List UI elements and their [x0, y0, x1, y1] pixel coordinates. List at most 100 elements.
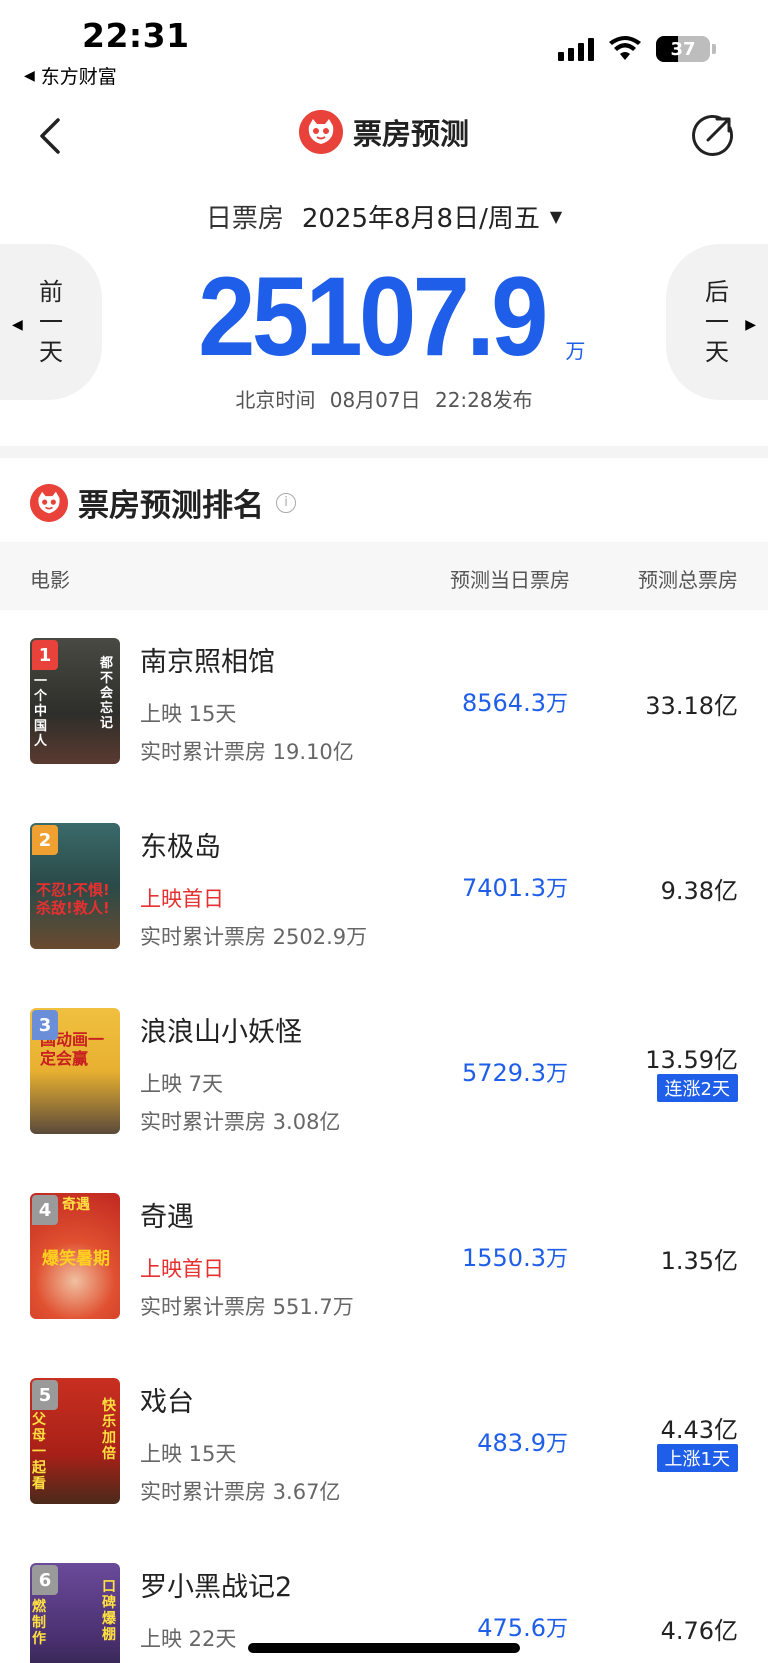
movie-poster[interactable]: 1 一个中国人 都不会忘记: [30, 638, 120, 764]
status-time: 22:31: [82, 16, 190, 55]
poster-text-right: 口碑爆棚: [102, 1579, 116, 1643]
cellular-signal-icon: [558, 37, 594, 61]
cumulative-box-office: 实时累计票房 551.7万: [140, 1295, 354, 1319]
back-triangle-icon: ◀: [24, 67, 35, 84]
status-icons: 37: [558, 36, 716, 62]
predicted-total-box-office: 4.76亿: [660, 1617, 738, 1645]
movie-row[interactable]: 5 父母一起看 快乐加倍 戏台 上映 15天 实时累计票房 3.67亿 483.…: [0, 1350, 768, 1535]
battery-level: 37: [670, 38, 696, 60]
daily-box-office: 25107.9 万: [0, 254, 768, 379]
movie-title[interactable]: 罗小黑战记2: [140, 1565, 292, 1604]
daily-value: 5729.3: [462, 1059, 546, 1087]
rank-badge: 2: [32, 825, 58, 855]
caret-down-icon[interactable]: ▼: [550, 207, 562, 226]
cumulative-box-office: 实时累计票房 3.67亿: [140, 1480, 341, 1504]
predicted-daily-box-office: 475.6万: [477, 1611, 568, 1643]
nav-title-group: 票房预测: [0, 110, 768, 154]
release-days: 上映 15天: [140, 702, 237, 726]
nav-bar: 票房预测: [0, 96, 768, 176]
rank-badge: 1: [32, 640, 58, 670]
movie-title[interactable]: 奇遇: [140, 1195, 194, 1234]
rank-badge: 5: [32, 1380, 58, 1410]
publish-prefix: 北京时间: [235, 388, 316, 412]
trend-tag: 上涨1天: [656, 1444, 738, 1472]
date-selector[interactable]: 日票房 2025年8月8日/周五 ▼: [0, 198, 768, 235]
poster-text-left: 父母一起看: [32, 1412, 46, 1492]
app-root: 22:31 ◀ 东方财富 37 票房预测 日票房 2025年8月8日/周五 ▼ …: [0, 0, 768, 1663]
daily-unit: 万: [545, 692, 568, 717]
daily-value: 1550.3: [462, 1244, 546, 1272]
predicted-total-box-office: 1.35亿: [660, 1247, 738, 1275]
info-icon[interactable]: i: [276, 492, 296, 513]
daily-unit: 万: [545, 1617, 568, 1642]
selected-date[interactable]: 2025年8月8日/周五: [302, 198, 540, 235]
movie-poster[interactable]: 4 奇遇 爆笑暑期: [30, 1193, 120, 1319]
publish-time: 22:28发布: [434, 388, 533, 412]
movie-title[interactable]: 戏台: [140, 1380, 194, 1419]
daily-unit: 万: [545, 1432, 568, 1457]
date-type-label: 日票房: [205, 204, 284, 234]
publish-info: 北京时间 08月07日 22:28发布: [0, 384, 768, 413]
column-movie: 电影: [30, 568, 70, 592]
rank-badge: 4: [32, 1195, 58, 1225]
daily-unit: 万: [545, 1062, 568, 1087]
poster-text: 不忍!不惧!杀敌!救人!: [36, 881, 110, 917]
poster-text-right: 都不会忘记: [100, 656, 114, 731]
trend-tag: 连涨2天: [656, 1074, 738, 1102]
daily-value: 8564.3: [462, 689, 546, 717]
movie-row[interactable]: 2 不忍!不惧!杀敌!救人! 东极岛 上映首日 实时累计票房 2502.9万 7…: [0, 795, 768, 980]
back-to-app-link[interactable]: ◀ 东方财富: [24, 62, 117, 89]
poster-text: 爆笑暑期: [42, 1249, 110, 1269]
home-indicator[interactable]: [248, 1643, 520, 1653]
predicted-total-box-office: 4.43亿: [660, 1416, 738, 1444]
release-days: 上映首日: [140, 887, 224, 911]
movie-poster[interactable]: 5 父母一起看 快乐加倍: [30, 1378, 120, 1504]
rank-badge: 6: [32, 1565, 58, 1595]
box-office-value: 25107.9: [197, 254, 548, 379]
cumulative-box-office: 实时累计票房 2502.9万: [140, 925, 368, 949]
predicted-total-box-office: 9.38亿: [660, 877, 738, 905]
predicted-total-box-office: 33.18亿: [645, 692, 738, 720]
status-bar: 22:31 ◀ 东方财富 37: [0, 0, 768, 92]
predicted-daily-box-office: 1550.3万: [462, 1241, 568, 1273]
box-office-unit: 万: [565, 339, 586, 363]
publish-date: 08月07日: [329, 388, 421, 412]
movie-list: 1 一个中国人 都不会忘记 南京照相馆 上映 15天 实时累计票房 19.10亿…: [0, 610, 768, 1663]
movie-poster[interactable]: 2 不忍!不惧!杀敌!救人!: [30, 823, 120, 949]
daily-unit: 万: [545, 877, 568, 902]
cumulative-box-office: 实时累计票房 19.10亿: [140, 740, 354, 764]
column-total: 预测总票房: [638, 568, 738, 592]
daily-value: 483.9: [477, 1429, 546, 1457]
ranking-header: 票房预测排名 i: [30, 480, 296, 525]
wifi-icon: [609, 36, 641, 60]
daily-value: 7401.3: [462, 874, 546, 902]
movie-poster[interactable]: 6 燃制作 口碑爆棚: [30, 1563, 120, 1663]
predicted-daily-box-office: 5729.3万: [462, 1056, 568, 1088]
movie-row[interactable]: 1 一个中国人 都不会忘记 南京照相馆 上映 15天 实时累计票房 19.10亿…: [0, 610, 768, 795]
back-app-label: 东方财富: [40, 66, 117, 88]
predicted-total-box-office: 13.59亿: [645, 1046, 738, 1074]
movie-poster[interactable]: 3 国动画一定会赢: [30, 1008, 120, 1134]
movie-title[interactable]: 南京照相馆: [140, 640, 275, 679]
share-icon[interactable]: [690, 112, 736, 158]
predicted-daily-box-office: 7401.3万: [462, 871, 568, 903]
release-days: 上映 7天: [140, 1072, 224, 1096]
release-days: 上映 15天: [140, 1442, 237, 1466]
maoyan-cat-logo-icon: [30, 483, 68, 522]
poster-text-left: 一个中国人: [34, 674, 48, 749]
movie-title[interactable]: 浪浪山小妖怪: [140, 1010, 302, 1049]
table-header: 电影 预测当日票房 预测总票房: [0, 542, 768, 610]
movie-row[interactable]: 3 国动画一定会赢 浪浪山小妖怪 上映 7天 实时累计票房 3.08亿 5729…: [0, 980, 768, 1165]
maoyan-cat-logo-icon: [298, 110, 343, 154]
battery-icon: 37: [656, 36, 710, 62]
release-days: 上映 22天: [140, 1627, 237, 1651]
predicted-daily-box-office: 8564.3万: [462, 686, 568, 718]
ranking-title: 票房预测排名: [78, 488, 264, 524]
poster-text: 奇遇: [62, 1197, 90, 1213]
predicted-daily-box-office: 483.9万: [477, 1426, 568, 1458]
movie-row[interactable]: 4 奇遇 爆笑暑期 奇遇 上映首日 实时累计票房 551.7万 1550.3万 …: [0, 1165, 768, 1350]
movie-title[interactable]: 东极岛: [140, 825, 221, 864]
rank-badge: 3: [32, 1010, 58, 1040]
release-days: 上映首日: [140, 1257, 224, 1281]
section-divider: [0, 446, 768, 458]
